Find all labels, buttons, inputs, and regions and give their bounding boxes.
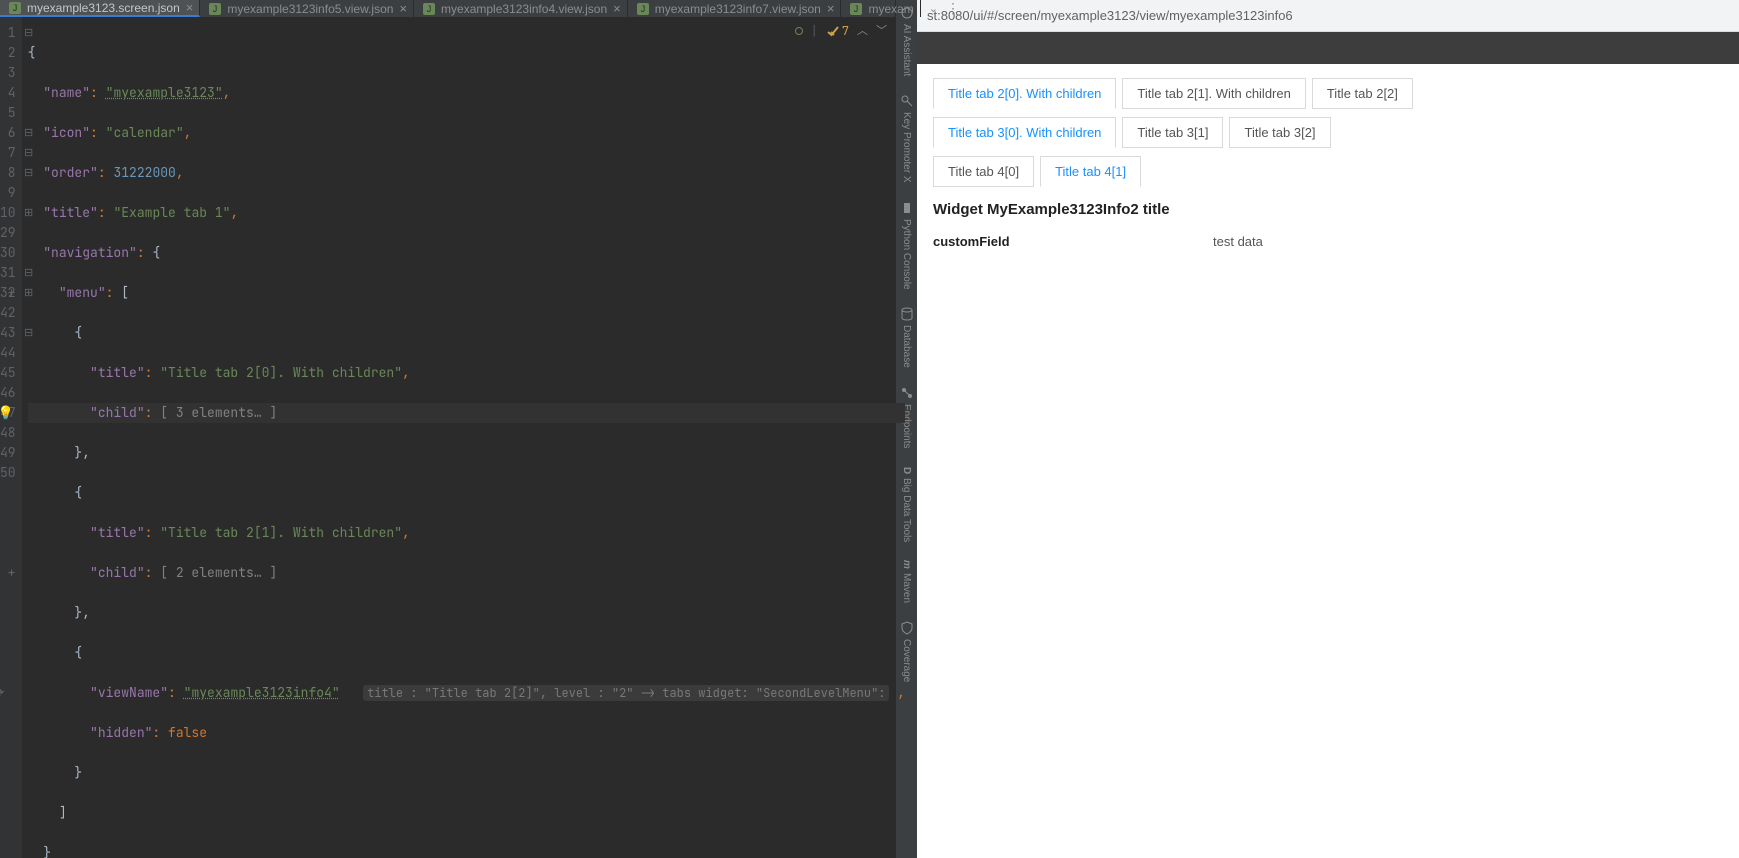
chevron-down-icon[interactable]: ﹀	[876, 21, 887, 41]
field-label: customField	[933, 234, 1213, 249]
browser-pane: st:8080/ui/#/screen/myexample3123/view/m…	[917, 0, 1739, 858]
line-number: 50	[0, 463, 16, 483]
page-tab[interactable]: Title tab 2[0]. With children	[933, 78, 1116, 109]
line-number: 44	[0, 343, 16, 363]
chevron-down-icon[interactable]: ⌄	[929, 2, 938, 15]
navigate-icon[interactable]: ⟳	[0, 683, 5, 703]
ide-pane: J myexample3123.screen.json × J myexampl…	[0, 0, 895, 858]
json-file-icon: J	[849, 2, 863, 16]
line-number: 9	[0, 183, 16, 203]
line-number: 49	[0, 443, 16, 463]
line-number: 45	[0, 363, 16, 383]
page-tab[interactable]: Title tab 3[2]	[1229, 117, 1330, 148]
svg-text:J: J	[854, 4, 859, 14]
tab-overflow-controls: ⌄ ⋮	[921, 0, 968, 17]
expand-icon[interactable]: +	[8, 283, 16, 303]
svg-text:J: J	[213, 4, 218, 14]
code-content[interactable]: { "name": "myexample3123", "icon": "cale…	[22, 17, 905, 858]
line-number: 1	[0, 23, 16, 43]
page-tab[interactable]: Title tab 3[1]	[1122, 117, 1223, 148]
inlay-hint: title : "Title tab 2[2]", level : "2" ->…	[363, 685, 889, 701]
line-number: 46	[0, 383, 16, 403]
chevron-up-icon[interactable]: ︿	[857, 21, 868, 41]
editor-tab[interactable]: J myexam	[841, 0, 920, 17]
tab-row-level3: Title tab 3[0]. With children Title tab …	[933, 117, 1723, 148]
line-number: 6	[0, 123, 16, 143]
tab-label: myexample3123info5.view.json	[227, 2, 393, 16]
page-tab[interactable]: Title tab 2[2]	[1312, 78, 1413, 109]
folded-region[interactable]: [ 2 elements… ]	[160, 564, 277, 581]
line-number: 48	[0, 423, 16, 443]
line-gutter: 1 2 3 4 5 6 7 8 9 10 29 30 31 32 42 43 4…	[0, 17, 22, 858]
widget-title: Widget MyExample3123Info2 title	[933, 201, 1723, 218]
tab-row-level4: Title tab 4[0] Title tab 4[1]	[933, 156, 1723, 187]
warning-indicator[interactable]: 7	[826, 21, 849, 41]
line-number: 30	[0, 243, 16, 263]
page-tab[interactable]: Title tab 4[1]	[1040, 156, 1141, 187]
page-tab[interactable]: Title tab 4[0]	[933, 156, 1034, 187]
folded-region[interactable]: [ 3 elements… ]	[160, 404, 277, 421]
line-number: 42	[0, 303, 16, 323]
expand-icon[interactable]: +	[8, 563, 16, 583]
field-value: test data	[1213, 234, 1263, 249]
close-icon[interactable]: ×	[399, 1, 407, 16]
page-tab[interactable]: Title tab 3[0]. With children	[933, 117, 1116, 148]
editor-tab[interactable]: J myexample3123info7.view.json ×	[628, 0, 842, 17]
tab-label: myexample3123info7.view.json	[655, 2, 821, 16]
line-number: 3	[0, 63, 16, 83]
code-editor[interactable]: | 7 ︿ ﹀ 1 2 3 4 5 6 7 8 9 10 29 30	[0, 17, 895, 858]
more-icon[interactable]: ⋮	[946, 0, 960, 17]
page-tab[interactable]: Title tab 2[1]. With children	[1122, 78, 1305, 109]
line-number: 5	[0, 103, 16, 123]
editor-tab[interactable]: J myexample3123info5.view.json ×	[200, 0, 414, 17]
bulb-icon[interactable]: 💡	[0, 403, 14, 423]
close-icon[interactable]: ×	[827, 1, 835, 16]
page-header-bar	[917, 32, 1739, 64]
svg-text:J: J	[641, 4, 646, 14]
warning-count: 7	[842, 21, 849, 41]
page-content: Title tab 2[0]. With children Title tab …	[917, 64, 1739, 263]
editor-tab[interactable]: J myexample3123info4.view.json ×	[414, 0, 628, 17]
url-text: st:8080/ui/#/screen/myexample3123/view/m…	[927, 8, 1293, 23]
field-row: customField test data	[933, 234, 1723, 249]
line-number: 2	[0, 43, 16, 63]
json-file-icon: J	[208, 2, 222, 16]
close-icon[interactable]: ×	[186, 0, 194, 15]
svg-text:J: J	[427, 4, 432, 14]
line-number: 8	[0, 163, 16, 183]
line-number: 31	[0, 263, 16, 283]
tab-label: myexam	[868, 2, 913, 16]
tab-label: myexample3123info4.view.json	[441, 2, 607, 16]
line-number: 29	[0, 223, 16, 243]
address-bar[interactable]: st:8080/ui/#/screen/myexample3123/view/m…	[917, 0, 1739, 32]
line-number: 43	[0, 323, 16, 343]
tab-row-level2: Title tab 2[0]. With children Title tab …	[933, 78, 1723, 109]
warning-check-icon	[826, 24, 840, 38]
svg-text:J: J	[13, 3, 18, 13]
editor-tab[interactable]: J myexample3123.screen.json ×	[0, 0, 200, 17]
json-file-icon: J	[636, 2, 650, 16]
tab-label: myexample3123.screen.json	[27, 1, 180, 15]
line-number: 7	[0, 143, 16, 163]
separator: |	[811, 21, 818, 41]
line-number: 10	[0, 203, 16, 223]
line-number: 4	[0, 83, 16, 103]
editor-tabbar: J myexample3123.screen.json × J myexampl…	[0, 0, 895, 17]
analysis-ok-icon[interactable]	[795, 27, 803, 35]
close-icon[interactable]: ×	[613, 1, 621, 16]
json-file-icon: J	[8, 1, 22, 15]
inspection-bar: | 7 ︿ ﹀	[795, 21, 887, 41]
json-file-icon: J	[422, 2, 436, 16]
